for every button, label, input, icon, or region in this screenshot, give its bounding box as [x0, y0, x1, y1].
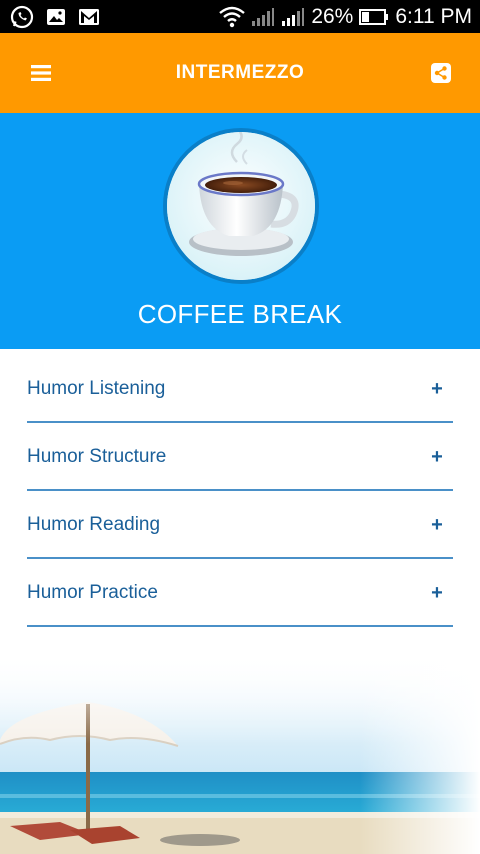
list-item-label: Humor Reading	[27, 514, 161, 535]
gmail-icon	[78, 8, 100, 26]
beach-umbrella-image	[0, 654, 480, 854]
battery-percent: 26%	[311, 4, 354, 28]
app-title: INTERMEZZO	[175, 62, 305, 83]
expand-plus-icon[interactable]: +	[425, 514, 449, 537]
notification-icons	[10, 5, 100, 29]
list-item-humor-reading[interactable]: Humor Reading +	[27, 491, 453, 559]
system-status: 26% 6:11 PM	[219, 5, 472, 29]
battery-icon	[359, 8, 389, 25]
section-title: COFFEE BREAK	[137, 299, 343, 329]
signal-icon	[281, 7, 305, 27]
list-item-label: Humor Structure	[27, 446, 167, 467]
coffee-cup-icon	[163, 128, 319, 284]
list-item-label: Humor Practice	[27, 582, 158, 603]
app-bar: INTERMEZZO	[0, 33, 480, 113]
clock: 6:11 PM	[395, 4, 472, 28]
list-item-humor-listening[interactable]: Humor Listening +	[27, 355, 453, 423]
list-item-label: Humor Listening	[27, 378, 166, 399]
expand-plus-icon[interactable]: +	[425, 582, 449, 605]
expand-plus-icon[interactable]: +	[425, 378, 449, 401]
wifi-icon	[219, 6, 246, 28]
share-icon[interactable]	[428, 60, 454, 86]
image-icon	[46, 7, 66, 27]
whatsapp-icon	[10, 5, 34, 29]
status-bar: 26% 6:11 PM	[0, 0, 480, 33]
hamburger-menu-icon[interactable]	[28, 60, 54, 86]
topic-list: Humor Listening + Humor Structure + Humo…	[27, 355, 453, 627]
hero-banner: COFFEE BREAK	[0, 113, 480, 349]
list-item-humor-practice[interactable]: Humor Practice +	[27, 559, 453, 627]
expand-plus-icon[interactable]: +	[425, 446, 449, 469]
signal-icon	[251, 7, 275, 27]
list-item-humor-structure[interactable]: Humor Structure +	[27, 423, 453, 491]
